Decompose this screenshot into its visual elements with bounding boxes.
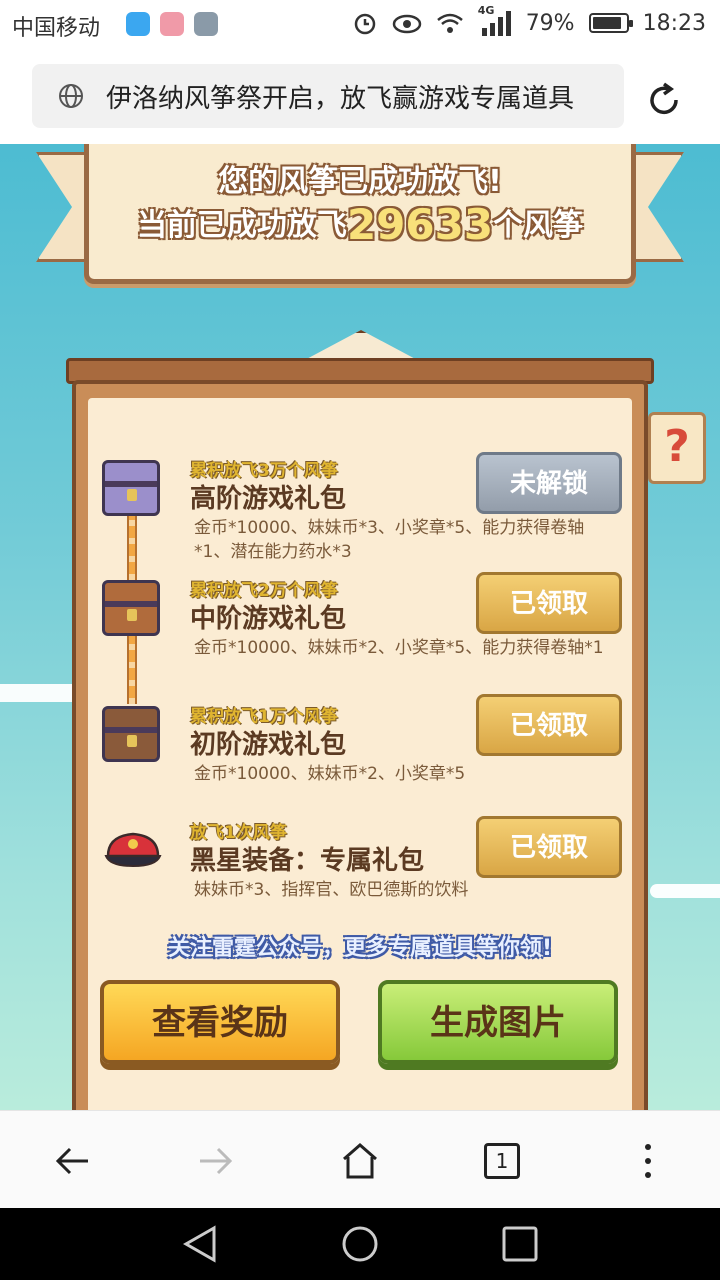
home-icon[interactable]: [338, 1139, 382, 1183]
reward-title: 黑星装备：专属礼包: [190, 846, 425, 876]
intermediate-chest-icon: [102, 580, 160, 636]
locked-button[interactable]: 未解锁: [476, 452, 622, 514]
reward-item-basic: 累积放飞1万个风筝 初阶游戏礼包 金币*10000、妹妹币*2、小奖章*5 已领…: [102, 694, 622, 816]
reward-description: 金币*10000、妹妹币*2、小奖章*5: [194, 764, 466, 784]
claimed-button[interactable]: 已领取: [476, 816, 622, 878]
claimed-button[interactable]: 已领取: [476, 572, 622, 634]
address-bar-area: 伊洛纳风筝祭开启，放飞赢游戏专属道具: [0, 50, 720, 144]
status-bar: 中国移动 4G 79% 18:23: [0, 0, 720, 50]
result-banner: 您的风筝已成功放飞! 当前已成功放飞29633个风筝: [36, 144, 684, 288]
browser-toolbar: 1: [0, 1110, 720, 1208]
claimed-button[interactable]: 已领取: [476, 694, 622, 756]
advanced-chest-icon: [102, 460, 160, 516]
globe-icon: [59, 84, 83, 108]
gallery-app-icon: [194, 12, 218, 36]
commander-hat-icon: [104, 832, 162, 868]
reward-item-exclusive: 放飞1次风筝 黑星装备：专属礼包 妹妹币*3、指挥官、欧巴德斯的饮料 已领取: [102, 816, 622, 932]
count-suffix: 个风筝: [493, 208, 584, 243]
notification-icons: [126, 12, 218, 36]
cloud-decoration: [650, 884, 720, 898]
wifi-icon: [436, 13, 463, 33]
count-prefix: 当前已成功放飞: [136, 208, 347, 243]
banner-plate: 您的风筝已成功放飞! 当前已成功放飞29633个风筝: [84, 144, 636, 284]
cell-signal-icon: 4G: [478, 4, 512, 36]
more-menu-icon[interactable]: [626, 1139, 670, 1183]
system-back-icon[interactable]: [178, 1224, 222, 1264]
battery-icon: [588, 13, 633, 33]
kite-count-message: 当前已成功放飞29633个风筝: [89, 200, 631, 249]
view-rewards-button[interactable]: 查看奖励: [100, 980, 340, 1064]
system-home-icon[interactable]: [338, 1224, 382, 1264]
reward-title: 中阶游戏礼包: [190, 604, 347, 634]
reward-item-intermediate: 累积放飞2万个风筝 中阶游戏礼包 金币*10000、妹妹币*2、小奖章*5、能力…: [102, 572, 622, 690]
system-recents-icon[interactable]: [498, 1224, 542, 1264]
back-arrow-icon[interactable]: [50, 1139, 94, 1183]
game-page: 您的风筝已成功放飞! 当前已成功放飞29633个风筝 ? 累积放飞3万个风筝 高…: [0, 144, 720, 1110]
reward-description: 妹妹币*3、指挥官、欧巴德斯的饮料: [194, 880, 469, 900]
follow-prompt: 关注雷霆公众号，更多专属道具等你领!: [167, 936, 553, 961]
reload-icon[interactable]: [644, 80, 684, 120]
carrier-label: 中国移动: [12, 16, 101, 41]
message-app-icon: [126, 12, 150, 36]
shopping-app-icon: [160, 12, 184, 36]
reward-item-advanced: 累积放飞3万个风筝 高阶游戏礼包 金币*10000、妹妹币*3、小奖章*5、能力…: [102, 452, 622, 570]
success-message: 您的风筝已成功放飞!: [218, 164, 502, 199]
address-bar[interactable]: 伊洛纳风筝祭开启，放飞赢游戏专属道具: [32, 64, 624, 128]
clock: 18:23: [642, 10, 706, 36]
reward-description: 金币*10000、妹妹币*3、小奖章*5、能力获得卷轴*1、潜在能力药水*3: [194, 518, 585, 562]
help-button[interactable]: ?: [648, 412, 706, 484]
tab-count: 1: [495, 1149, 509, 1173]
eye-comfort-icon: [392, 14, 421, 34]
reward-title: 初阶游戏礼包: [190, 730, 347, 760]
generate-image-button[interactable]: 生成图片: [378, 980, 618, 1064]
reward-title: 高阶游戏礼包: [190, 484, 347, 514]
battery-percent: 79%: [525, 10, 575, 36]
forward-arrow-icon[interactable]: [194, 1139, 238, 1183]
kite-count: 29633: [346, 200, 494, 249]
reward-description: 金币*10000、妹妹币*2、小奖章*5、能力获得卷轴*1: [194, 638, 604, 658]
tabs-button[interactable]: 1: [484, 1143, 520, 1179]
page-title: 伊洛纳风筝祭开启，放飞赢游戏专属道具: [106, 83, 575, 114]
alarm-icon: [354, 13, 375, 35]
system-navigation-bar: [0, 1208, 720, 1280]
help-icon: ?: [664, 421, 690, 472]
basic-chest-icon: [102, 706, 160, 762]
